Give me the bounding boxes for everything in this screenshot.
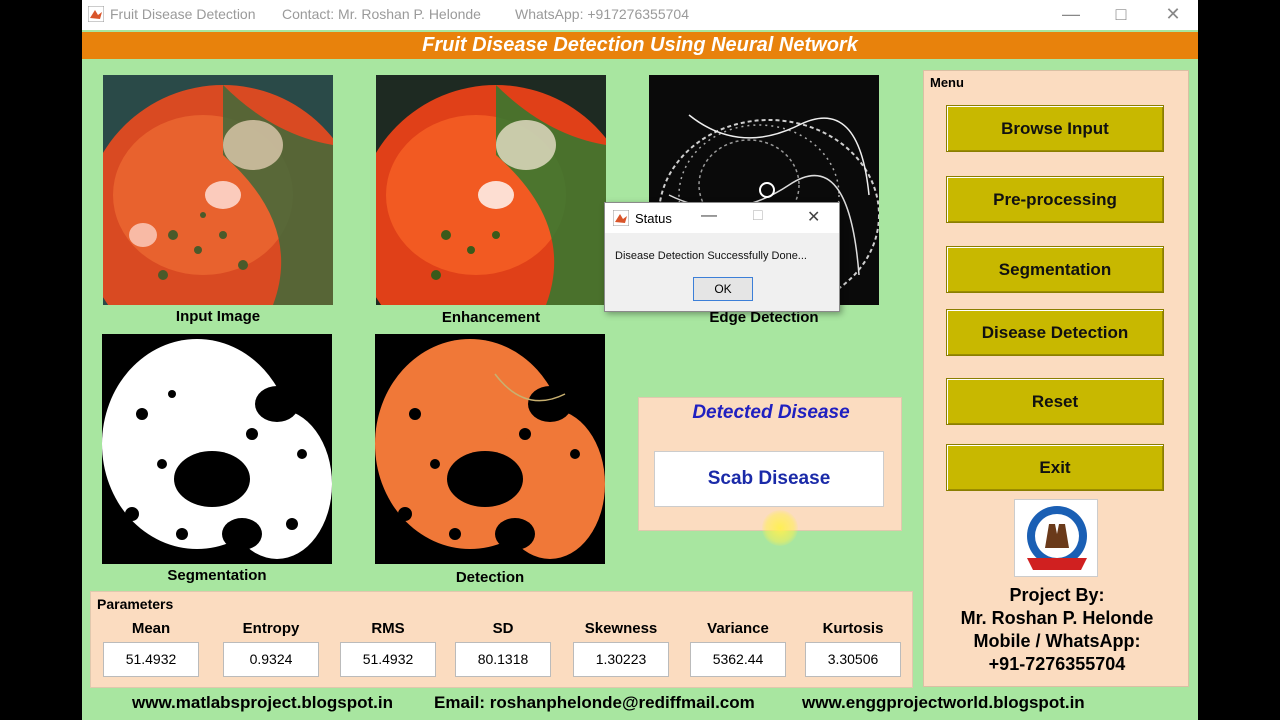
exit-button[interactable]: Exit [946, 444, 1164, 491]
param-label-entropy: Entropy [242, 620, 300, 637]
window-title: Fruit Disease Detection [110, 6, 256, 22]
close-icon[interactable]: ✕ [1158, 3, 1188, 25]
app-window: Fruit Disease Detection Contact: Mr. Ros… [82, 0, 1198, 720]
input-image [103, 75, 333, 305]
param-value-variance: 5362.44 [690, 642, 786, 677]
detected-disease-heading: Detected Disease [692, 402, 850, 423]
reset-button[interactable]: Reset [946, 378, 1164, 425]
disease-detection-button[interactable]: Disease Detection [946, 309, 1164, 356]
param-value-kurtosis: 3.30506 [805, 642, 901, 677]
matlab-icon [88, 6, 104, 22]
parameters-panel: Parameters Mean 51.4932 Entropy 0.9324 R… [90, 591, 913, 688]
input-image-caption: Input Image [175, 308, 261, 325]
pre-processing-button[interactable]: Pre-processing [946, 176, 1164, 223]
enhancement-caption: Enhancement [441, 309, 541, 326]
detected-disease-result: Scab Disease [654, 451, 884, 507]
param-label-sd: SD [492, 620, 514, 637]
project-logo [1014, 499, 1098, 577]
mobile-number: +91-7276355704 [988, 654, 1126, 674]
footer-email[interactable]: Email: roshanphelonde@rediffmail.com [434, 693, 755, 713]
dialog-maximize-icon: □ [753, 207, 763, 224]
footer: www.matlabsproject.blogspot.in Email: ro… [82, 690, 1198, 716]
param-value-skewness: 1.30223 [573, 642, 669, 677]
cursor-highlight [762, 510, 798, 546]
param-label-mean: Mean [131, 620, 171, 637]
segmentation-button[interactable]: Segmentation [946, 246, 1164, 293]
window-whatsapp: WhatsApp: +917276355704 [515, 6, 689, 22]
param-label-skewness: Skewness [584, 620, 658, 637]
app-banner: Fruit Disease Detection Using Neural Net… [82, 32, 1198, 59]
dialog-title-bar: Status — □ ✕ [605, 203, 839, 233]
menu-panel: Menu Browse Input Pre-processing Segment… [923, 70, 1189, 687]
detection-image [375, 334, 605, 564]
maximize-icon[interactable]: □ [1106, 3, 1136, 25]
dialog-close-icon[interactable]: ✕ [807, 207, 820, 227]
mobile-label: Mobile / WhatsApp: [973, 631, 1141, 651]
segmentation-caption: Segmentation [167, 567, 267, 584]
param-value-sd: 80.1318 [455, 642, 551, 677]
ok-button[interactable]: OK [693, 277, 753, 301]
dialog-title: Status [635, 211, 672, 226]
param-label-kurtosis: Kurtosis [822, 620, 884, 637]
author-name: Mr. Roshan P. Helonde [960, 608, 1154, 628]
browse-input-button[interactable]: Browse Input [946, 105, 1164, 152]
param-label-rms: RMS [371, 620, 405, 637]
footer-site-1[interactable]: www.matlabsproject.blogspot.in [132, 693, 393, 713]
parameters-title: Parameters [97, 596, 174, 612]
project-by-label: Project By: [1009, 585, 1105, 605]
param-label-variance: Variance [707, 620, 769, 637]
menu-title: Menu [930, 75, 964, 90]
enhancement-image [376, 75, 606, 305]
status-dialog: Status — □ ✕ Disease Detection Successfu… [604, 202, 840, 312]
detected-disease-panel: Detected Disease Scab Disease [638, 397, 902, 531]
window-contact: Contact: Mr. Roshan P. Helonde [282, 6, 481, 22]
param-value-rms: 51.4932 [340, 642, 436, 677]
segmentation-image [102, 334, 332, 564]
footer-site-2[interactable]: www.enggprojectworld.blogspot.in [802, 693, 1085, 713]
detection-caption: Detection [455, 569, 525, 586]
param-value-entropy: 0.9324 [223, 642, 319, 677]
matlab-icon [613, 210, 629, 226]
title-bar: Fruit Disease Detection Contact: Mr. Ros… [82, 0, 1198, 30]
dialog-minimize-icon[interactable]: — [701, 207, 717, 225]
dialog-message: Disease Detection Successfully Done... [615, 250, 807, 262]
param-value-mean: 51.4932 [103, 642, 199, 677]
minimize-icon[interactable]: — [1056, 3, 1086, 25]
